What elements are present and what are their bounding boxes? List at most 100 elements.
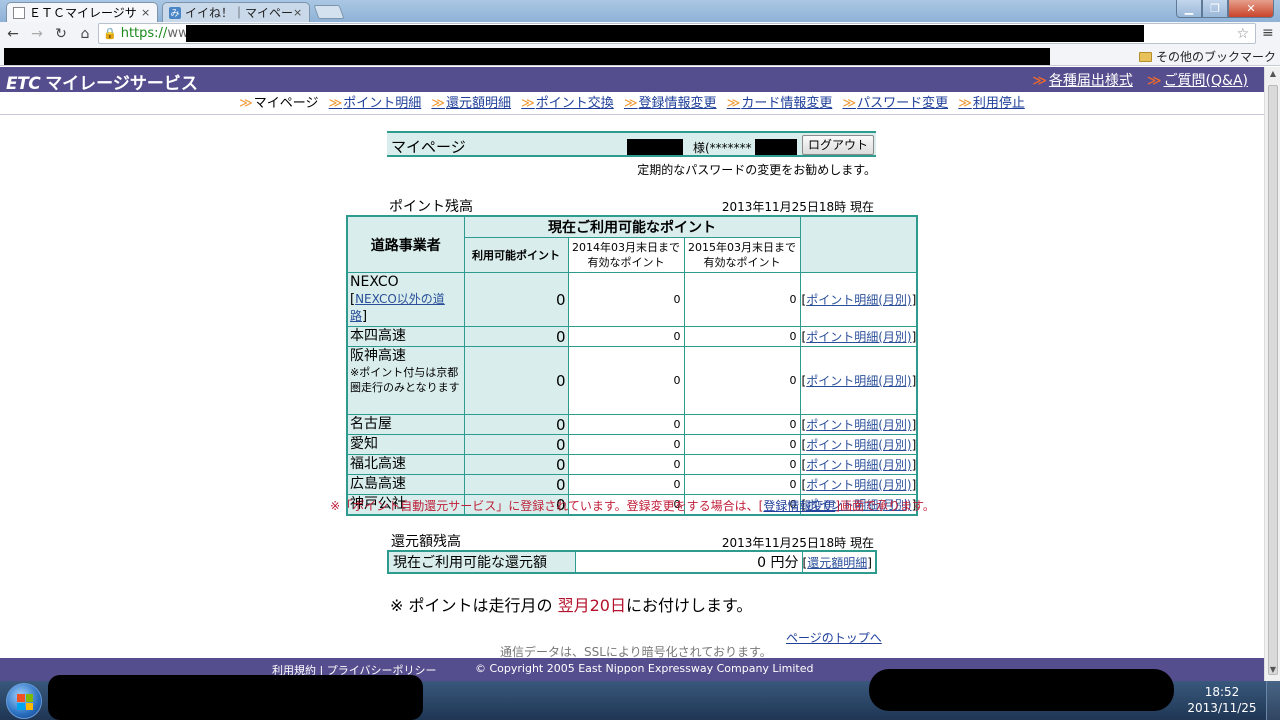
operator-note: ※ポイント付与は京都圏走行のみとなります <box>350 366 460 394</box>
available-points: 0 <box>463 434 569 455</box>
available-points: 0 <box>463 346 569 415</box>
scroll-thumb[interactable] <box>1268 85 1278 675</box>
bookmark-star-icon[interactable]: ☆ <box>1236 26 1249 42</box>
redaction <box>48 675 423 720</box>
show-desktop-button[interactable] <box>1266 681 1280 720</box>
redaction <box>755 139 797 155</box>
monthly-details-link[interactable]: ポイント明細(月別) <box>806 478 911 492</box>
menu-icon[interactable]: ≡ <box>1262 25 1274 41</box>
operator-cell: 阪神高速 ※ポイント付与は京都圏走行のみとなります <box>346 346 465 415</box>
forward-icon[interactable]: → <box>26 26 48 42</box>
cashback-details-cell: [還元額明細] <box>801 550 877 574</box>
auto-cashback-notice: ※「ポイント自動還元サービス」に登録されています。登録変更をする場合は、[登録情… <box>330 497 935 514</box>
forms-link[interactable]: 各種届出様式 <box>1032 70 1133 90</box>
close-window-button[interactable]: ✕ <box>1228 0 1274 18</box>
nav-mypage: マイページ <box>239 92 319 111</box>
monthly-details-cell: [ポイント明細(月別)] <box>799 474 918 495</box>
registration-change-link[interactable]: 登録情報変更 <box>763 499 835 513</box>
points-2014: 0 <box>567 474 685 495</box>
monthly-details-link[interactable]: ポイント明細(月別) <box>806 293 911 307</box>
header-valid-2015: 2015年03月末日まで有効なポイント <box>683 237 801 273</box>
start-button[interactable] <box>6 683 42 719</box>
page-icon <box>13 6 25 19</box>
header-valid-2014: 2014年03月末日まで有効なポイント <box>567 237 685 273</box>
clock-date: 2013/11/25 <box>1187 701 1257 715</box>
cashback-details-link[interactable]: 還元額明細 <box>807 556 867 570</box>
password-notice: 定期的なパスワードの変更をお勧めします。 <box>637 163 876 177</box>
lock-icon: 🔒 <box>103 27 117 40</box>
faq-link[interactable]: ご質問(Q&A) <box>1147 70 1248 90</box>
new-tab-button[interactable] <box>313 5 345 19</box>
browser-titlebar: ＥＴＣマイレージサ × み イイね！｜マイペー × ▁ ❐ ✕ <box>0 0 1280 22</box>
monthly-details-cell: [ポイント明細(月別)] <box>799 346 918 415</box>
minimize-button[interactable]: ▁ <box>1176 0 1202 18</box>
reload-icon[interactable]: ↻ <box>50 26 72 42</box>
tab-label: イイね！｜マイペー <box>185 6 293 20</box>
other-bookmarks[interactable]: その他のブックマーク <box>1138 48 1276 65</box>
site-icon: み <box>169 6 181 19</box>
points-table: 道路事業者 現在ご利用可能なポイント 利用可能ポイント 2014年03月末日まで… <box>346 215 919 516</box>
scroll-up-icon[interactable]: ▲ <box>1265 69 1280 83</box>
nav-password-change[interactable]: パスワード変更 <box>842 92 948 111</box>
clock-time: 18:52 <box>1204 685 1240 699</box>
points-2015: 0 <box>683 454 801 475</box>
windows-taskbar: 18:52 2013/11/25 <box>0 669 1280 720</box>
nav-registration-change[interactable]: 登録情報変更 <box>624 92 717 111</box>
user-name-suffix: 様(******* <box>693 141 752 155</box>
vertical-scrollbar[interactable]: ▲ ▼ <box>1264 67 1280 681</box>
non-nexco-link[interactable]: NEXCO以外の道路 <box>350 292 445 323</box>
available-points: 0 <box>463 414 569 435</box>
available-points: 0 <box>463 454 569 475</box>
nav-point-details[interactable]: ポイント明細 <box>329 92 421 111</box>
operator-name: 名古屋 <box>350 416 392 432</box>
points-2014: 0 <box>567 326 685 347</box>
main-nav: マイページ ポイント明細 還元額明細 ポイント交換 登録情報変更 カード情報変更… <box>0 92 1264 114</box>
operator-name: 阪神高速 <box>350 348 406 364</box>
nav-point-exchange[interactable]: ポイント交換 <box>521 92 614 111</box>
redaction <box>4 48 1050 65</box>
redaction <box>186 25 1144 42</box>
logout-button[interactable]: ログアウト <box>802 135 874 155</box>
nav-cashback-details[interactable]: 還元額明細 <box>431 92 511 111</box>
operator-cell: 福北高速 <box>346 454 465 475</box>
points-2015: 0 <box>683 474 801 495</box>
points-2014: 0 <box>567 434 685 455</box>
monthly-details-link[interactable]: ポイント明細(月別) <box>806 418 911 432</box>
operator-cell: 本四高速 <box>346 326 465 347</box>
operator-cell: NEXCO [NEXCO以外の道路] <box>346 272 465 327</box>
tab-label: ＥＴＣマイレージサ <box>29 6 137 20</box>
monthly-details-link[interactable]: ポイント明細(月別) <box>806 438 911 452</box>
maximize-button[interactable]: ❐ <box>1202 0 1228 18</box>
other-bookmarks-label: その他のブックマーク <box>1155 50 1276 64</box>
close-tab-icon[interactable]: × <box>141 6 151 19</box>
home-icon[interactable]: ⌂ <box>74 26 96 42</box>
available-points: 0 <box>463 272 569 327</box>
monthly-details-link[interactable]: ポイント明細(月別) <box>806 374 911 388</box>
header-available-group: 現在ご利用可能なポイント <box>463 215 801 238</box>
table-row: 広島高速 0 0 0 [ポイント明細(月別)] <box>346 474 918 495</box>
scroll-down-icon[interactable]: ▼ <box>1265 665 1280 679</box>
operator-cell: 広島高速 <box>346 474 465 495</box>
points-2015: 0 <box>683 434 801 455</box>
tab-etc-mileage[interactable]: ＥＴＣマイレージサ × <box>6 2 158 22</box>
site-logo[interactable]: ETC マイレージサービス <box>6 69 198 94</box>
monthly-details-cell: [ポイント明細(月別)] <box>799 272 918 327</box>
folder-icon <box>1138 51 1152 62</box>
monthly-details-link[interactable]: ポイント明細(月別) <box>806 458 911 472</box>
nav-stop-usage[interactable]: 利用停止 <box>958 92 1025 111</box>
available-points: 0 <box>463 474 569 495</box>
system-clock[interactable]: 18:52 2013/11/25 <box>1186 684 1258 716</box>
page-top-link[interactable]: ページのトップへ <box>786 629 882 646</box>
operator-name: 本四高速 <box>350 328 406 344</box>
points-2015: 0 <box>683 272 801 327</box>
tab-iine[interactable]: み イイね！｜マイペー × <box>162 2 310 22</box>
back-icon[interactable]: ← <box>2 26 24 42</box>
nav-card-change[interactable]: カード情報変更 <box>727 92 832 111</box>
header-available-points: 利用可能ポイント <box>463 237 569 273</box>
nav-divider <box>0 114 1264 115</box>
grant-text-post: にお付けします。 <box>625 596 753 615</box>
logo-text: マイレージサービス <box>45 74 198 94</box>
close-tab-icon[interactable]: × <box>293 6 303 19</box>
operator-name: NEXCO <box>350 274 399 290</box>
monthly-details-link[interactable]: ポイント明細(月別) <box>806 330 911 344</box>
